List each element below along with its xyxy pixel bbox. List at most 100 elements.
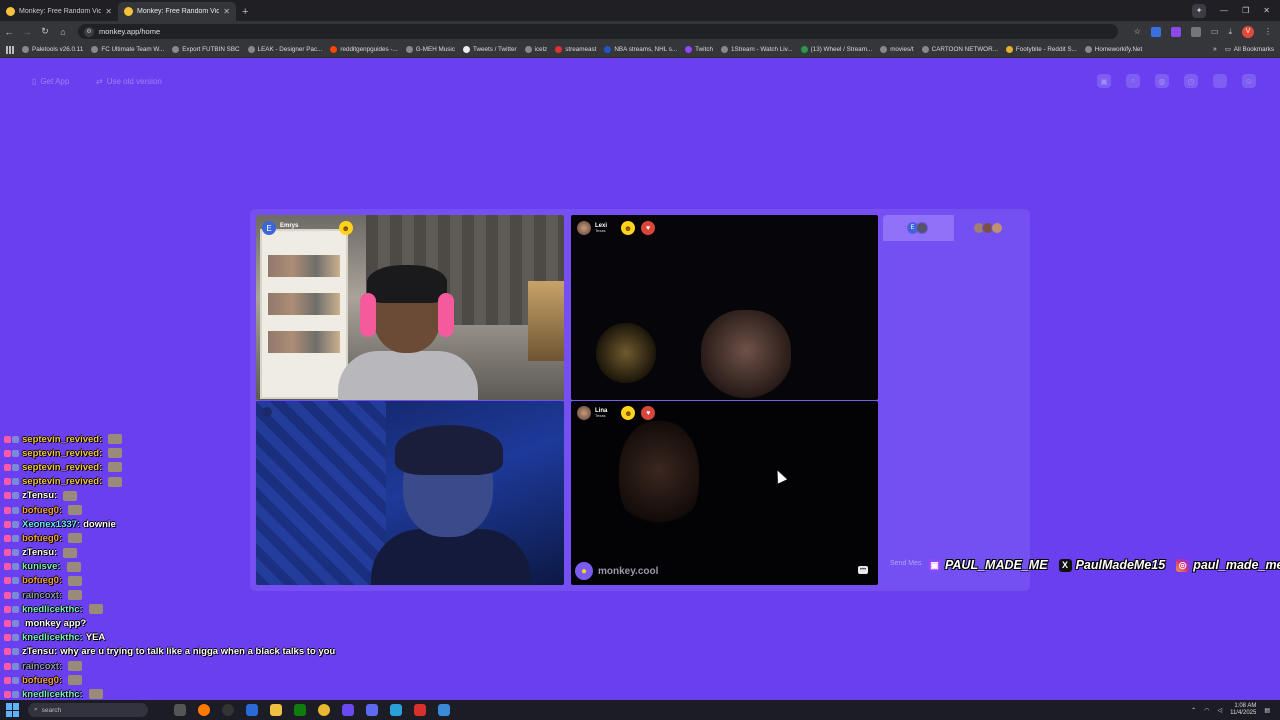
gift-icon[interactable]: ♥ [641,406,656,420]
bookmark-item[interactable]: 1Stream - Watch Liv... [721,46,793,53]
chat-username[interactable]: zTensu: [22,646,57,657]
bookmark-item[interactable]: Homeworkify.Net [1084,46,1142,53]
app-icon[interactable] [222,704,234,716]
bookmark-item[interactable]: FC Ultimate Team W... [91,46,164,53]
notifications-icon[interactable]: ▤ [1264,707,1270,714]
get-app-button[interactable]: ▯ Get App [32,77,69,86]
bookmark-item[interactable]: Export FUTBIN SBC [172,46,240,53]
bookmark-item[interactable]: redditgenpguides -... [330,46,398,53]
taskbar-clock[interactable]: 1:08 AM 11/4/2025 [1230,703,1256,717]
bookmark-item[interactable]: Footybite - Reddit S... [1005,46,1077,53]
app-icon[interactable] [414,704,426,716]
chat-username[interactable]: bofueg0: [22,533,62,544]
all-bookmarks-button[interactable]: ▭ All Bookmarks [1225,46,1280,53]
chat-username[interactable]: kunisve: [22,561,61,572]
history-icon[interactable]: ◷ [1184,74,1198,88]
bookmark-item[interactable]: (13) Wheel / Stream... [800,46,872,53]
minimize-icon[interactable]: — [1220,6,1228,15]
emoji-reaction-icon[interactable]: ☻ [338,221,353,235]
app-icon[interactable] [246,704,258,716]
home-icon[interactable]: ⌂ [54,27,72,37]
start-menu-icon[interactable] [6,703,20,717]
volume-icon[interactable]: ◁ [1217,707,1222,714]
new-tab-button[interactable]: + [236,6,254,21]
gift-icon[interactable]: ♥ [641,221,656,235]
chat-username[interactable]: raincoxt: [22,661,62,672]
bookmark-item[interactable]: LEAK - Designer Pac... [247,46,322,53]
profile-icon[interactable]: ☺ [1242,74,1256,88]
chat-bubble-icon[interactable]: ◌ [1213,74,1227,88]
restore-icon[interactable]: ❐ [1242,6,1249,15]
bookmark-item[interactable]: Paletools v26.0.11 [22,46,83,53]
browser-tab-2[interactable]: Monkey: Free Random Vide ✕ [118,2,236,21]
task-view-icon[interactable] [174,704,186,716]
close-tab-icon[interactable]: ✕ [105,7,112,16]
search-icon[interactable]: ⌕ [1126,74,1140,88]
extensions-puzzle-icon[interactable] [1190,26,1201,37]
close-window-icon[interactable]: ✕ [1263,6,1270,15]
tab-search-icon[interactable]: ✦ [1192,3,1207,18]
chat-username[interactable]: bofueg0: [22,675,62,686]
bookmark-item[interactable]: streameast [555,46,596,53]
chat-username[interactable]: bofueg0: [22,575,62,586]
chat-username[interactable]: septevin_revived: [22,462,102,473]
side-panel-icon[interactable]: ▭ [1211,27,1219,36]
chat-username[interactable]: knedlicekthc: [22,689,83,700]
chat-badges [4,520,19,528]
browser-tab-1[interactable]: Monkey: Free Random Video C ✕ [0,2,118,21]
chat-username[interactable]: zTensu: [22,547,57,558]
menu-kebab-icon[interactable]: ⋮ [1264,27,1272,36]
tray-chevron-icon[interactable]: ⌃ [1191,707,1196,714]
extension-icon[interactable] [1170,26,1181,37]
bookmark-item[interactable]: movies/t [880,46,914,53]
bookmark-item[interactable]: G-MEH Music [405,46,455,53]
extension-icon[interactable] [1150,26,1161,37]
discord-icon[interactable] [366,704,378,716]
panel-tab-1[interactable]: E [883,215,954,241]
panel-tab-2[interactable] [954,215,1025,241]
globe-icon[interactable]: ◍ [1155,74,1169,88]
send-message-input[interactable]: Send Mes [890,560,922,567]
chat-username[interactable]: Xeonex1337: [22,519,80,530]
bookmark-item[interactable]: icelz [524,46,547,53]
reload-icon[interactable]: ↻ [36,26,54,37]
profile-avatar[interactable]: V [1242,25,1254,38]
close-tab-icon[interactable]: ✕ [223,7,230,16]
old-version-button[interactable]: ⇄ Use old version [96,77,162,86]
bookmark-item[interactable]: CARTOON NETWOR... [921,46,998,53]
chat-badge-icon [4,492,11,500]
chrome-icon[interactable] [318,704,330,716]
emoji-reaction-icon[interactable]: ☻ [621,221,636,235]
back-icon[interactable]: ← [0,27,18,37]
chat-username[interactable]: septevin_revived: [22,434,102,445]
store-icon[interactable]: ▣ [1097,74,1111,88]
download-icon[interactable]: ⤓ [1228,27,1232,37]
firefox-icon[interactable] [198,704,210,716]
chat-username[interactable]: bofueg0: [22,505,62,516]
app-icon[interactable] [390,704,402,716]
wifi-icon[interactable]: ◠ [1204,707,1209,714]
chat-username[interactable]: septevin_revived: [22,448,102,459]
app-icon[interactable] [342,704,354,716]
chat-username[interactable]: septevin_revived: [22,476,102,487]
xbox-icon[interactable] [294,704,306,716]
forward-icon[interactable]: → [18,27,36,37]
chat-badge-icon [12,520,19,528]
taskbar-search[interactable]: ⌕ search [28,703,148,717]
bookmark-item[interactable]: NBA streams, NHL s... [604,46,677,53]
apps-grid-icon[interactable] [6,45,14,54]
app-icon[interactable] [438,704,450,716]
chat-username[interactable]: knedlicekthc: [22,632,83,643]
chat-username[interactable]: knedlicekthc: [22,604,83,615]
site-info-icon[interactable]: ⚙ [84,26,94,37]
bookmark-item[interactable]: Twitch [685,46,713,53]
file-explorer-icon[interactable] [270,704,282,716]
chat-username[interactable]: raincoxt: [22,590,62,601]
emoji-reaction-icon[interactable]: ☻ [621,406,636,420]
address-bar[interactable]: ⚙ monkey.app/home [78,24,1118,39]
more-bookmarks-icon[interactable]: » [1213,46,1217,53]
bookmark-item[interactable]: Tweets / Twitter [462,46,517,53]
bookmark-star-icon[interactable]: ☆ [1134,27,1141,36]
chat-username[interactable]: zTensu: [22,490,57,501]
more-options-icon[interactable]: ••• [858,566,868,574]
